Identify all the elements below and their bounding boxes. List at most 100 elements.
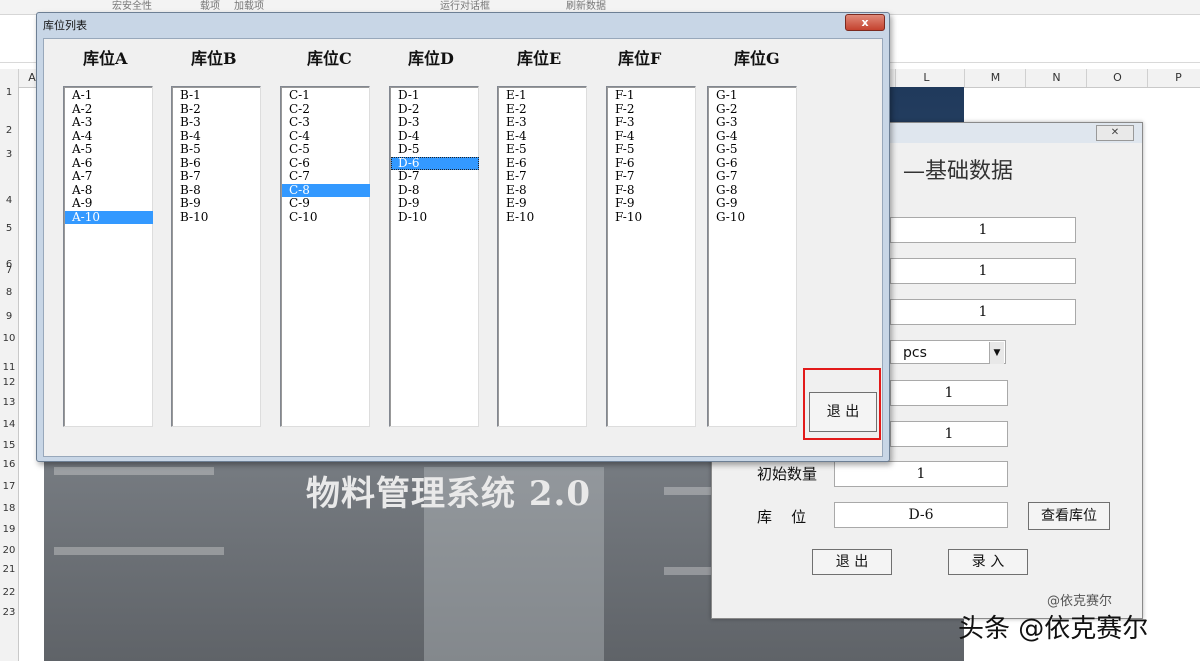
view-location-button[interactable]: 查看库位 bbox=[1028, 502, 1110, 530]
list-item[interactable]: C-8 bbox=[282, 183, 370, 197]
list-item[interactable]: F-5 bbox=[608, 142, 696, 157]
list-item[interactable]: E-2 bbox=[499, 102, 587, 117]
row-header[interactable]: 18 bbox=[0, 503, 18, 514]
list-item[interactable]: C-3 bbox=[282, 115, 370, 130]
row-header[interactable]: 8 bbox=[0, 287, 18, 298]
list-item[interactable]: F-9 bbox=[608, 196, 696, 211]
list-item[interactable]: A-9 bbox=[65, 196, 153, 211]
row-header[interactable]: 7 bbox=[0, 265, 18, 276]
list-item[interactable]: B-1 bbox=[173, 88, 261, 103]
row-header[interactable]: 3 bbox=[0, 149, 18, 160]
list-item[interactable]: F-10 bbox=[608, 210, 696, 225]
field-6[interactable]: 1 bbox=[890, 421, 1008, 447]
row-header[interactable]: 11 bbox=[0, 362, 18, 373]
row-header[interactable]: 15 bbox=[0, 440, 18, 451]
dialog-exit-button[interactable]: 退 出 bbox=[809, 392, 877, 432]
ribbon-item-macro-security[interactable]: 宏安全性 bbox=[112, 0, 152, 12]
list-item[interactable]: F-2 bbox=[608, 102, 696, 117]
list-item[interactable]: D-3 bbox=[391, 115, 479, 130]
list-item[interactable]: D-7 bbox=[391, 169, 479, 184]
list-item[interactable]: B-7 bbox=[173, 169, 261, 184]
location-listbox[interactable]: G-1 G-2 G-3 G-4 G-5 G-6 G-7 G-8 G-9 G-10 bbox=[707, 86, 797, 427]
list-item[interactable]: G-8 bbox=[709, 183, 797, 198]
location-listbox[interactable]: E-1 E-2 E-3 E-4 E-5 E-6 E-7 E-8 E-9 E-10 bbox=[497, 86, 587, 427]
row-header[interactable]: 17 bbox=[0, 481, 18, 492]
field-1[interactable]: 1 bbox=[890, 217, 1076, 243]
list-item[interactable]: A-1 bbox=[65, 88, 153, 103]
column-header-m[interactable]: M bbox=[964, 69, 1026, 87]
row-header[interactable]: 23 bbox=[0, 607, 18, 618]
field-2[interactable]: 1 bbox=[890, 258, 1076, 284]
location-listbox[interactable]: F-1 F-2 F-3 F-4 F-5 F-6 F-7 F-8 F-9 F-10 bbox=[606, 86, 696, 427]
list-item[interactable]: G-7 bbox=[709, 169, 797, 184]
list-item[interactable]: B-9 bbox=[173, 196, 261, 211]
list-item[interactable]: E-1 bbox=[499, 88, 587, 103]
list-item[interactable]: D-9 bbox=[391, 196, 479, 211]
row-header[interactable]: 16 bbox=[0, 459, 18, 470]
field-5[interactable]: 1 bbox=[890, 380, 1008, 406]
list-item[interactable]: A-10 bbox=[65, 210, 153, 224]
field-3[interactable]: 1 bbox=[890, 299, 1076, 325]
list-item[interactable]: D-2 bbox=[391, 102, 479, 117]
location-input[interactable]: D-6 bbox=[834, 502, 1008, 528]
list-item[interactable]: D-6 bbox=[391, 156, 479, 170]
row-header[interactable]: 13 bbox=[0, 397, 18, 408]
list-item[interactable]: A-5 bbox=[65, 142, 153, 157]
row-header[interactable]: 20 bbox=[0, 545, 18, 556]
list-item[interactable]: C-2 bbox=[282, 102, 370, 117]
list-item[interactable]: D-1 bbox=[391, 88, 479, 103]
list-item[interactable]: B-2 bbox=[173, 102, 261, 117]
list-item[interactable]: G-1 bbox=[709, 88, 797, 103]
list-item[interactable]: F-6 bbox=[608, 156, 696, 171]
list-item[interactable]: B-10 bbox=[173, 210, 261, 225]
list-item[interactable]: B-6 bbox=[173, 156, 261, 171]
list-item[interactable]: B-8 bbox=[173, 183, 261, 198]
list-item[interactable]: A-2 bbox=[65, 102, 153, 117]
list-item[interactable]: B-4 bbox=[173, 129, 261, 144]
list-item[interactable]: B-5 bbox=[173, 142, 261, 157]
form-exit-button[interactable]: 退 出 bbox=[812, 549, 892, 575]
ribbon-item-refresh-data[interactable]: 刷新数据 bbox=[566, 0, 606, 12]
list-item[interactable]: G-6 bbox=[709, 156, 797, 171]
row-header[interactable]: 10 bbox=[0, 333, 18, 344]
unit-select[interactable]: pcs ▼ bbox=[890, 340, 1006, 364]
column-header-p[interactable]: P bbox=[1147, 69, 1200, 87]
list-item[interactable]: G-3 bbox=[709, 115, 797, 130]
list-item[interactable]: D-8 bbox=[391, 183, 479, 198]
row-header[interactable]: 21 bbox=[0, 564, 18, 575]
row-header[interactable]: 1 bbox=[0, 87, 18, 98]
list-item[interactable]: D-5 bbox=[391, 142, 479, 157]
close-icon[interactable]: x bbox=[845, 14, 885, 31]
row-header[interactable]: 14 bbox=[0, 419, 18, 430]
list-item[interactable]: D-10 bbox=[391, 210, 479, 225]
list-item[interactable]: C-5 bbox=[282, 142, 370, 157]
list-item[interactable]: F-8 bbox=[608, 183, 696, 198]
row-header[interactable]: 4 bbox=[0, 195, 18, 206]
list-item[interactable]: E-10 bbox=[499, 210, 587, 225]
list-item[interactable]: F-4 bbox=[608, 129, 696, 144]
list-item[interactable]: E-5 bbox=[499, 142, 587, 157]
location-listbox[interactable]: D-1 D-2 D-3 D-4 D-5 D-6 D-7 D-8 D-9 D-10 bbox=[389, 86, 479, 427]
list-item[interactable]: C-6 bbox=[282, 156, 370, 171]
list-item[interactable]: E-3 bbox=[499, 115, 587, 130]
list-item[interactable]: A-8 bbox=[65, 183, 153, 198]
ribbon-item-run-dialog[interactable]: 运行对话框 bbox=[440, 0, 490, 12]
row-header[interactable]: 19 bbox=[0, 524, 18, 535]
list-item[interactable]: E-8 bbox=[499, 183, 587, 198]
list-item[interactable]: C-7 bbox=[282, 169, 370, 184]
list-item[interactable]: A-7 bbox=[65, 169, 153, 184]
list-item[interactable]: G-9 bbox=[709, 196, 797, 211]
list-item[interactable]: C-10 bbox=[282, 210, 370, 225]
list-item[interactable]: G-4 bbox=[709, 129, 797, 144]
list-item[interactable]: A-6 bbox=[65, 156, 153, 171]
row-header[interactable]: 2 bbox=[0, 125, 18, 136]
list-item[interactable]: E-7 bbox=[499, 169, 587, 184]
column-header-l[interactable]: L bbox=[895, 69, 957, 87]
list-item[interactable]: F-1 bbox=[608, 88, 696, 103]
column-header-o[interactable]: O bbox=[1086, 69, 1148, 87]
row-header[interactable]: 12 bbox=[0, 377, 18, 388]
list-item[interactable]: A-3 bbox=[65, 115, 153, 130]
list-item[interactable]: F-3 bbox=[608, 115, 696, 130]
chevron-down-icon[interactable]: ▼ bbox=[989, 342, 1004, 364]
initial-qty-input[interactable]: 1 bbox=[834, 461, 1008, 487]
